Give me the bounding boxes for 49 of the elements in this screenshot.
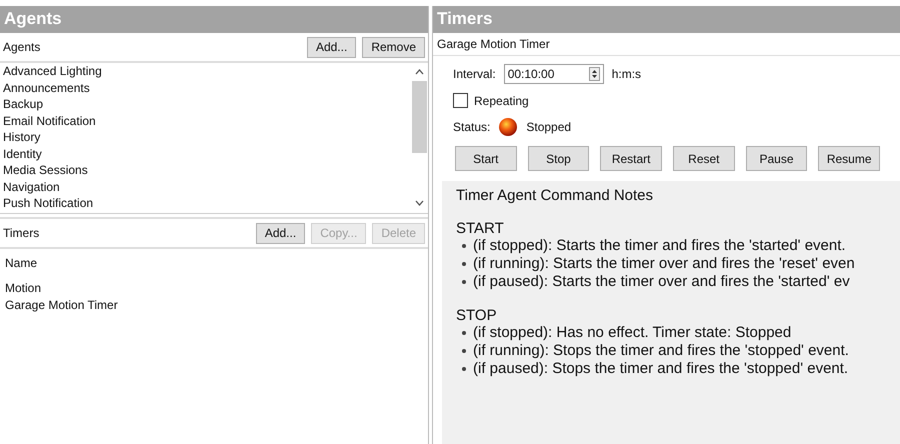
bullet-icon: [462, 262, 466, 266]
list-item[interactable]: Navigation: [3, 178, 408, 195]
bullet-icon: [462, 367, 466, 371]
toolbar-button[interactable]: Remove: [362, 36, 425, 58]
field-label: Interval:: [453, 67, 496, 81]
list-item[interactable]: Garage Motion Timer: [5, 297, 423, 314]
list-item[interactable]: Announcements: [3, 80, 408, 96]
list-item[interactable]: Media Sessions: [3, 162, 408, 178]
repeating-checkbox[interactable]: Repeating: [453, 93, 880, 108]
note-text: (if running): Starts the timer over and fires the 'reset' even: [473, 255, 855, 273]
notes-heading: START: [456, 220, 505, 237]
note-text: (if stopped): Starts the timer and fires the 'started' event.: [473, 237, 846, 255]
section-label: Timers: [3, 226, 40, 240]
bullet-icon: [462, 331, 466, 335]
notes-heading: STOP: [456, 307, 498, 324]
bullet-icon: [462, 349, 466, 353]
list-item[interactable]: Backup: [3, 96, 408, 112]
status-light-icon: [498, 117, 518, 137]
bullet-icon: [462, 244, 466, 248]
list-item[interactable]: Advanced Lighting: [3, 63, 408, 80]
list-item[interactable]: Motion: [5, 280, 423, 297]
panel-header: Agents: [0, 6, 428, 33]
command-button[interactable]: Pause: [746, 146, 808, 171]
interval-field[interactable]: 00:10:00: [504, 64, 604, 84]
unit-label: h:m:s: [612, 67, 642, 81]
timer-name: Garage Motion Timer: [433, 33, 900, 56]
list-item[interactable]: Push Notification: [3, 195, 408, 212]
list-item[interactable]: Email Notification: [3, 112, 408, 129]
column-header[interactable]: Name: [5, 255, 423, 272]
bullet-icon: [462, 280, 466, 284]
panel-header: Timers: [433, 6, 900, 33]
command-button[interactable]: Reset: [673, 146, 735, 171]
notes-title: Timer Agent Command Notes: [456, 187, 654, 204]
command-button[interactable]: Stop: [528, 146, 590, 171]
toolbar-button[interactable]: Add...: [306, 36, 356, 58]
command-button[interactable]: Start: [455, 146, 517, 171]
toolbar-button[interactable]: Add...: [256, 222, 306, 244]
command-button[interactable]: Restart: [600, 146, 662, 171]
note-text: (if paused): Stops the timer and fires the 'stopped' event.: [473, 360, 848, 378]
note-text: (if paused): Starts the timer over and fires the 'started' ev: [473, 273, 850, 291]
section-label: Agents: [3, 40, 42, 54]
note-text: (if running): Stops the timer and fires the 'stopped' event.: [473, 342, 849, 360]
command-button[interactable]: Resume: [818, 146, 880, 171]
status-value: Stopped: [526, 120, 572, 134]
field-label: Status:: [453, 120, 490, 134]
list-item[interactable]: Identity: [3, 146, 408, 162]
note-text: (if stopped): Has no effect. Timer state: Stopped: [473, 324, 792, 342]
list-item[interactable]: History: [3, 129, 408, 146]
spinner-icon[interactable]: [588, 67, 600, 81]
